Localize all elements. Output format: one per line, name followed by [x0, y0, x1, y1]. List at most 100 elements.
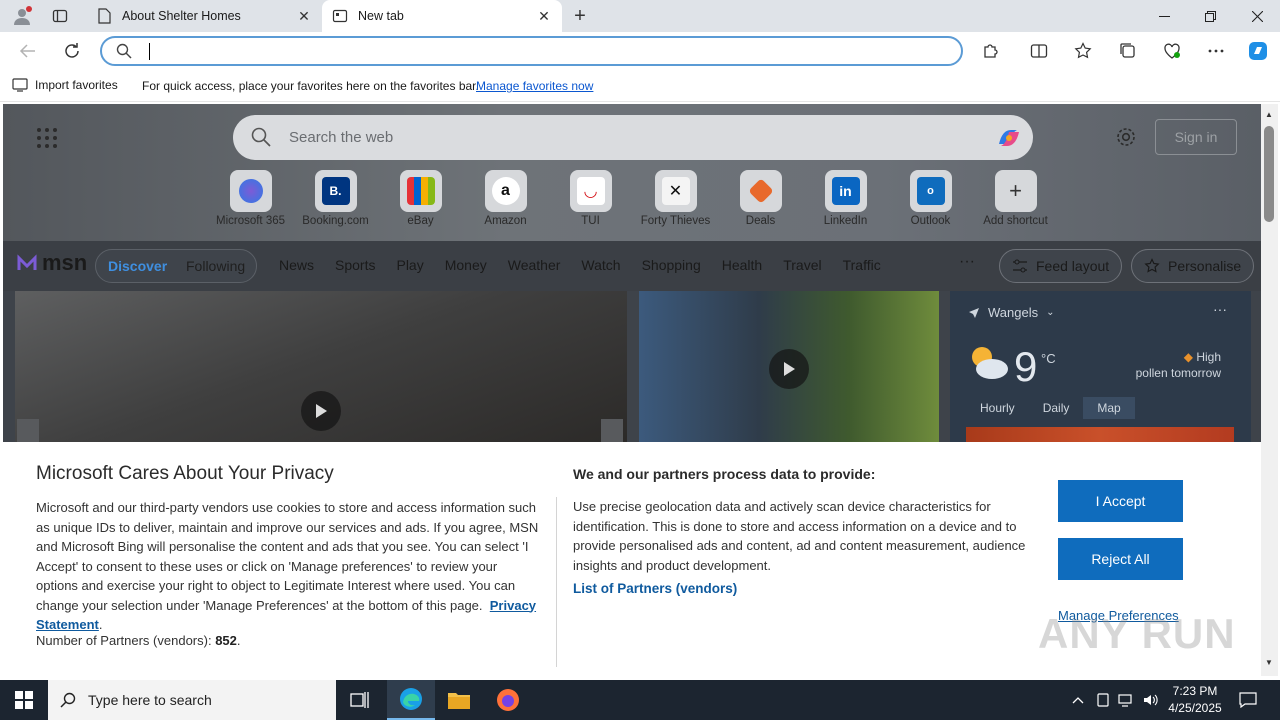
tab-about-shelter-homes[interactable]: About Shelter Homes ✕ — [86, 0, 322, 32]
shortcut-deals[interactable]: Deals — [718, 170, 803, 227]
scroll-thumb[interactable] — [1264, 126, 1274, 222]
shortcut-tui[interactable]: ◡ TUI — [548, 170, 633, 227]
tray-overflow-chevron-icon[interactable] — [1068, 680, 1088, 720]
close-tab-icon[interactable]: ✕ — [536, 8, 552, 24]
nav-traffic[interactable]: Traffic — [843, 257, 881, 273]
data-processing-body: Use precise geolocation data and activel… — [573, 499, 1026, 573]
tab-title: New tab — [358, 9, 404, 23]
settings-more-button[interactable] — [1200, 36, 1232, 66]
import-favorites-button[interactable]: Import favorites — [12, 78, 118, 92]
shortcut-add[interactable]: + Add shortcut — [973, 170, 1058, 227]
data-processing-title: We and our partners process data to prov… — [573, 466, 876, 482]
tab-new-tab[interactable]: New tab ✕ — [322, 0, 562, 32]
tab-title: About Shelter Homes — [122, 9, 241, 23]
browser-essentials-button[interactable] — [1156, 36, 1188, 66]
personalise-star-icon — [1144, 258, 1160, 273]
weather-tab-hourly[interactable]: Hourly — [966, 397, 1029, 419]
scroll-down-icon[interactable]: ▼ — [1265, 658, 1273, 667]
weather-card[interactable]: Wangels ⌄ ··· 9 °C ◆ High pollen tomorro… — [950, 291, 1251, 467]
text-caret — [149, 43, 150, 60]
play-icon[interactable] — [301, 391, 341, 431]
refresh-button[interactable] — [56, 36, 88, 66]
tab-actions-button[interactable] — [46, 5, 74, 27]
shortcut-outlook[interactable]: o Outlook — [888, 170, 973, 227]
action-center-button[interactable] — [1234, 680, 1262, 720]
scroll-up-icon[interactable]: ▲ — [1265, 110, 1273, 119]
weather-tab-map[interactable]: Map — [1083, 397, 1135, 419]
profile-avatar[interactable] — [8, 3, 36, 29]
weather-tabs: Hourly Daily Map — [966, 397, 1135, 419]
nav-watch[interactable]: Watch — [581, 257, 620, 273]
accept-button[interactable]: I Accept — [1058, 480, 1183, 522]
copilot-button[interactable] — [1242, 36, 1274, 66]
puzzle-icon — [984, 44, 998, 58]
system-clock[interactable]: 7:23 PM 4/25/2025 — [1166, 683, 1224, 717]
security-tray-icon[interactable] — [1093, 680, 1113, 720]
shortcut-microsoft-365[interactable]: Microsoft 365 — [208, 170, 293, 227]
favorites-button[interactable] — [1067, 36, 1099, 66]
taskbar-search-box[interactable]: Type here to search — [48, 680, 336, 720]
nav-weather[interactable]: Weather — [508, 257, 561, 273]
back-button[interactable] — [12, 36, 44, 66]
weather-tab-daily[interactable]: Daily — [1029, 397, 1084, 419]
close-icon — [1251, 10, 1263, 22]
taskbar-firefox[interactable] — [484, 680, 532, 720]
nav-shopping[interactable]: Shopping — [642, 257, 701, 273]
partners-count: 852 — [215, 633, 237, 648]
weather-location[interactable]: Wangels ⌄ — [968, 305, 1055, 320]
collections-button[interactable] — [1112, 36, 1144, 66]
weather-more-icon[interactable]: ··· — [1213, 301, 1227, 317]
vendors-list-link[interactable]: List of Partners (vendors) — [573, 581, 737, 596]
restore-button[interactable] — [1187, 0, 1233, 32]
nav-sports[interactable]: Sports — [335, 257, 375, 273]
reject-all-button[interactable]: Reject All — [1058, 538, 1183, 580]
copilot-icon[interactable] — [993, 122, 1025, 154]
web-search-box[interactable]: Search the web — [233, 115, 1033, 160]
edge-browser-icon — [400, 688, 422, 710]
import-icon — [12, 78, 28, 92]
address-bar[interactable] — [100, 36, 963, 66]
task-view-button[interactable] — [336, 680, 384, 720]
plus-icon: + — [1009, 178, 1022, 203]
personalise-button[interactable]: Personalise — [1131, 249, 1255, 283]
deals-icon — [747, 178, 774, 204]
page-settings-gear-icon[interactable] — [1115, 126, 1137, 151]
shortcut-linkedin[interactable]: in LinkedIn — [803, 170, 888, 227]
sign-in-button[interactable]: Sign in — [1155, 119, 1237, 155]
shortcut-ebay[interactable]: eBay — [378, 170, 463, 227]
play-icon[interactable] — [769, 349, 809, 389]
shortcut-booking[interactable]: B. Booking.com — [293, 170, 378, 227]
microsoft365-icon — [238, 179, 263, 203]
nav-health[interactable]: Health — [722, 257, 762, 273]
app-launcher-icon[interactable] — [37, 128, 57, 148]
start-button[interactable] — [0, 680, 48, 720]
tab-discover[interactable]: Discover — [108, 258, 167, 274]
extensions-button[interactable] — [975, 36, 1007, 66]
split-screen-button[interactable] — [1023, 36, 1055, 66]
plant-video-card[interactable] — [639, 291, 939, 461]
nav-more-button[interactable]: ··· — [959, 253, 975, 271]
nav-news[interactable]: News — [279, 257, 314, 273]
volume-icon[interactable] — [1140, 680, 1162, 720]
taskbar-file-explorer[interactable] — [435, 680, 483, 720]
shortcut-forty-thieves[interactable]: ✕ Forty Thieves — [633, 170, 718, 227]
pollen-forecast[interactable]: ◆ High pollen tomorrow — [1136, 349, 1221, 381]
close-window-button[interactable] — [1234, 0, 1280, 32]
shortcut-amazon[interactable]: a Amazon — [463, 170, 548, 227]
minimize-button[interactable] — [1141, 0, 1187, 32]
news-video-card[interactable] — [15, 291, 627, 461]
manage-favorites-link[interactable]: Manage favorites now — [476, 79, 593, 93]
msn-category-links: News Sports Play Money Weather Watch Sho… — [279, 257, 902, 273]
taskbar-edge-app[interactable] — [387, 680, 435, 720]
split-screen-icon — [1030, 44, 1048, 58]
nav-money[interactable]: Money — [445, 257, 487, 273]
nav-play[interactable]: Play — [396, 257, 423, 273]
feed-layout-button[interactable]: Feed layout — [999, 249, 1123, 283]
nav-travel[interactable]: Travel — [783, 257, 821, 273]
msn-logo[interactable]: msn — [16, 250, 87, 276]
new-tab-button[interactable]: + — [568, 4, 592, 28]
network-icon[interactable] — [1116, 680, 1136, 720]
close-tab-icon[interactable]: ✕ — [296, 8, 312, 24]
page-scrollbar[interactable]: ▲ ▼ — [1261, 104, 1278, 676]
tab-following[interactable]: Following — [186, 258, 245, 274]
